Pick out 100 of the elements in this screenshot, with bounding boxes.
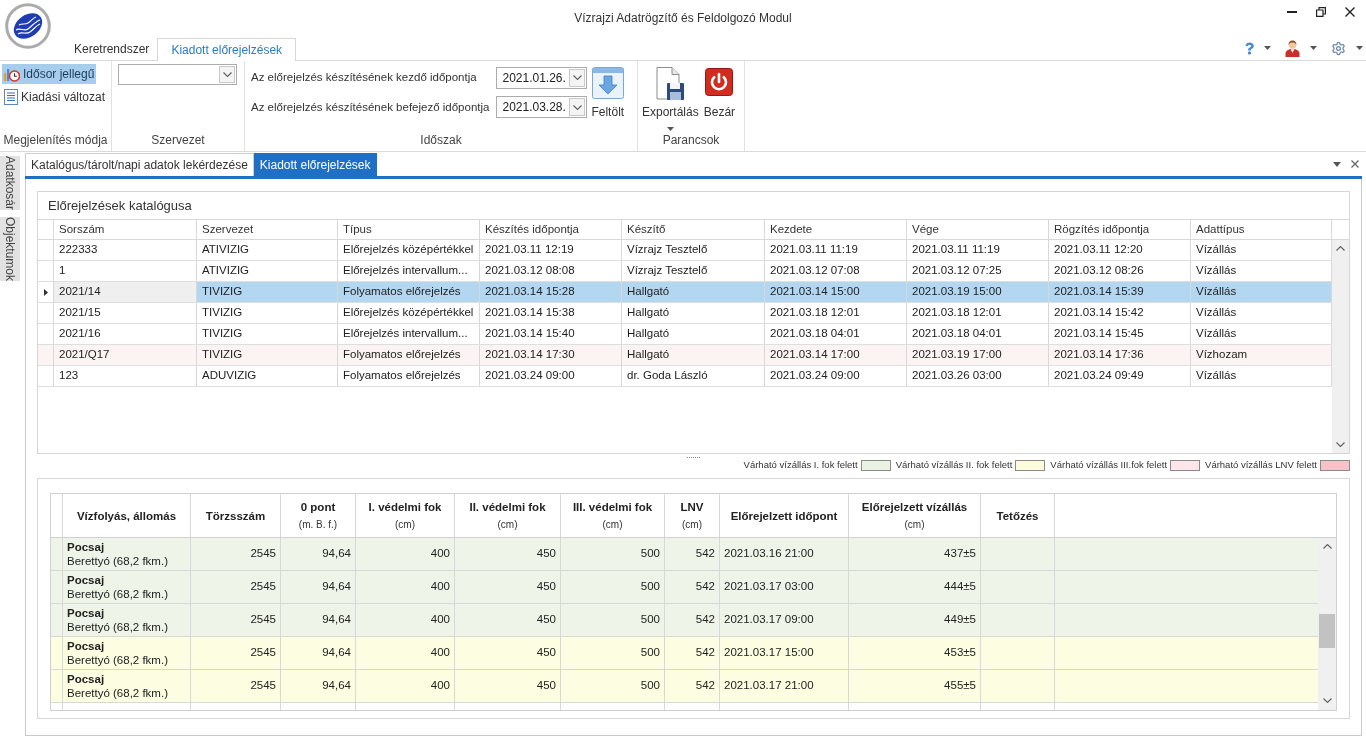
table-cell: 2021.03.12 08:26 [1049,261,1191,281]
user-icon[interactable] [1285,39,1300,57]
export-button[interactable]: Exportálás [642,67,699,131]
close-icon[interactable] [1351,160,1359,168]
chevron-down-icon[interactable] [1322,697,1332,703]
column-header[interactable]: LNV [680,498,704,515]
column-header[interactable]: II. védelmi fok [469,498,546,515]
chevron-down-icon[interactable] [1336,442,1345,447]
table-cell: Hallgató [622,282,765,302]
view-option[interactable]: Idősor jellegű [2,64,97,84]
date-field[interactable]: 2021.03.28. [496,96,588,119]
table-cell: 2021.03.11 11:19 [765,240,907,260]
column-header[interactable]: Készítés időpontja [480,220,622,239]
column-header[interactable]: Típus [338,220,480,239]
window-title: Vízrajzi Adatrögzítő és Feldolgozó Modul [574,10,792,27]
table-cell: 2021.03.14 15:00 [765,282,907,302]
column-header[interactable]: 0 pont [300,498,336,515]
table-cell: dr. Goda László [622,366,765,386]
dropdown-button[interactable] [569,98,586,117]
column-header[interactable]: III. védelmi fok [572,498,653,515]
table-row[interactable]: 2021/15 TIVIZIG Előrejelzés középértékkel 2021.03.14 15:38 Hallgató 2021.03.18 12:01 2021.03.18 12:01 2021.03.14 15:42 Vízállás [38,303,1332,324]
column-header[interactable]: Készítő [622,220,765,239]
chevron-up-icon[interactable] [1336,246,1345,251]
chevron-down-icon[interactable] [572,75,582,81]
column-header[interactable]: Előrejelzett időpont [730,507,838,524]
column-header[interactable]: Vége [907,220,1049,239]
ribbon-tab[interactable]: Keretrendszer [66,37,158,60]
table-cell: 2021.03.14 15:28 [480,282,622,302]
table-cell-text: 2021.03.17 21:00 [723,678,815,694]
date-field[interactable]: 2021.01.26. [496,66,588,89]
document-tab[interactable]: Kiadott előrejelzések [253,153,377,176]
table-cell: 2021/14 [54,282,197,302]
scrollbar-track[interactable] [1332,240,1349,453]
document-tab[interactable]: Katalógus/tárolt/napi adatok lekérdezése [25,153,254,176]
station-name: Pocsaj [67,573,105,587]
table-cell: 2021.03.26 03:00 [907,366,1049,386]
table-cell: Hallgató [622,324,765,344]
caret-icon[interactable] [1264,46,1271,50]
table-cell: 2021.03.14 15:40 [480,324,622,344]
table-cell: 2021/16 [54,324,197,344]
column-header[interactable]: Vízfolyás, állomás [76,507,177,524]
table-cell: 2021.03.14 15:42 [1049,303,1191,323]
table-cell: 2021.03.14 15:39 [1049,282,1191,302]
load-button[interactable]: Feltölt [591,64,625,121]
table-cell-text: 542 [694,645,716,661]
side-tab[interactable]: Adatkosár [0,156,20,211]
table-cell: 2021.03.24 09:49 [1049,366,1191,386]
table-row[interactable]: 123 ADUVIZIG Folyamatos előrejelzés 2021.03.24 09:00 dr. Goda László 2021.03.24 09:00 2021.03.26 03:00 2021.03.24 09:49 Vízállás [38,366,1332,387]
field-label: Az előrejelzés készítésének kezdő időpontja [251,70,478,86]
table-cell: TIVIZIG [197,303,338,323]
dropdown-button[interactable] [569,68,586,87]
table-cell-text: 94,64 [321,645,352,661]
column-header[interactable]: Tetőzés [996,507,1039,524]
settings-icon[interactable] [1331,40,1346,56]
table-cell: Folyamatos előrejelzés [338,282,480,302]
scrollbar-track[interactable] [1318,538,1336,710]
chevron-down-icon[interactable] [222,72,232,77]
table-cell-text: 400 [429,579,451,595]
table-row[interactable]: 2021/14 TIVIZIG Folyamatos előrejelzés 2021.03.14 15:28 Hallgató 2021.03.14 15:00 2021.03.19 15:00 2021.03.14 15:39 Vízállás [38,282,1332,303]
table-cell: Vízrajz Tesztelő [622,261,765,281]
column-header[interactable]: Adattípus [1191,220,1332,239]
table-cell: Vízrajz Tesztelő [622,240,765,260]
caret-icon[interactable] [1310,46,1317,50]
table-cell-text: 542 [694,579,716,595]
table-cell: TIVIZIG [197,345,338,365]
dropdown-button[interactable] [219,66,235,83]
caret-icon[interactable] [1356,46,1363,50]
chart-clock-icon [4,66,20,82]
caret-icon[interactable] [1333,161,1341,167]
table-row[interactable]: 2021/Q17 TIVIZIG Folyamatos előrejelzés 2021.03.14 17:30 Hallgató 2021.03.14 17:00 2021.03.19 17:00 2021.03.14 17:36 Vízhozam [38,345,1332,366]
table-row[interactable]: 1 ATIVIZIG Előrejelzés intervallum... 2021.03.12 08:08 Vízrajz Tesztelő 2021.03.12 07:08 2021.03.12 07:25 2021.03.12 08:26 Vízállás [38,261,1332,282]
close-button[interactable]: Bezár [703,67,736,131]
column-header[interactable]: Szervezet [197,220,338,239]
column-header[interactable]: Törzsszám [205,507,266,524]
view-option[interactable]: Kiadási változat [2,87,108,107]
table-row[interactable]: 2021/16 TIVIZIG Előrejelzés intervallum... 2021.03.14 15:40 Hallgató 2021.03.18 04:01 2021.03.18 04:01 2021.03.14 15:45 Vízállás [38,324,1332,345]
table-cell-text: 450 [535,678,557,694]
column-header[interactable]: Előrejelzett vízállás [861,498,968,515]
legend-label: Várható vízállás II. fok felett [895,458,1013,473]
table-cell: 2021.03.14 17:30 [480,345,622,365]
table-cell: 2021.03.14 15:38 [480,303,622,323]
table-cell-text: 400 [429,612,451,628]
column-header[interactable]: Sorszám [54,220,197,239]
help-icon[interactable] [1245,41,1254,55]
ribbon-tab[interactable]: Kiadott előrejelzések [157,38,297,61]
chevron-down-icon[interactable] [572,104,582,110]
column-header[interactable]: I. védelmi fok [368,498,442,515]
side-tab[interactable]: Objektumok [0,217,20,282]
column-header[interactable]: Rögzítés időpontja [1049,220,1191,239]
table-cell: 2021.03.18 04:01 [907,324,1049,344]
column-header[interactable]: Kezdete [765,220,907,239]
river-name: Berettyó (68,2 fkm.) [67,554,168,569]
table-cell: TIVIZIG [197,324,338,344]
caret-icon[interactable] [666,127,674,131]
group-caption: Időszak [419,132,463,149]
table-cell: 2021/15 [54,303,197,323]
scrollbar-thumb[interactable] [1319,614,1335,648]
table-row[interactable]: 222333 ATIVIZIG Előrejelzés középértékkel 2021.03.11 12:19 Vízrajz Tesztelő 2021.03.11 11:19 2021.03.11 11:19 2021.03.11 12:20 Vízállás [38,240,1332,261]
chevron-up-icon[interactable] [1322,544,1332,549]
table-cell: Előrejelzés középértékkel [338,303,480,323]
